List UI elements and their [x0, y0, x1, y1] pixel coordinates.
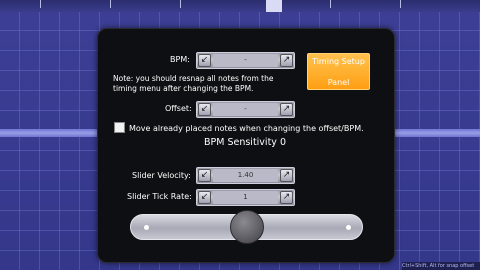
offset-label: Offset:: [165, 104, 192, 113]
bpm-sensitivity-title: BPM Sensitivity 0: [204, 137, 286, 148]
timeline-tick: [400, 0, 401, 8]
arrow-down-left-icon[interactable]: ↙: [198, 103, 211, 116]
arrow-up-right-icon[interactable]: ↗: [280, 54, 293, 67]
timing-button-label-line1: Timing Setup: [312, 57, 365, 66]
arrow-up-right-icon[interactable]: ↗: [280, 103, 293, 116]
timing-button-label-line2: Panel: [327, 78, 350, 87]
slider-tick-rate-value[interactable]: 1: [213, 191, 278, 204]
offset-spinner[interactable]: ↙ - ↗: [196, 101, 295, 118]
slider-tick-rate-spinner[interactable]: ↙ 1 ↗: [196, 189, 295, 206]
move-notes-label[interactable]: Move already placed notes when changing …: [129, 124, 364, 133]
slider-velocity-value[interactable]: 1.40: [213, 169, 278, 182]
arrow-down-left-icon[interactable]: ↙: [198, 54, 211, 67]
timeline-handle[interactable]: [266, 0, 282, 12]
slider-knob[interactable]: [229, 210, 264, 244]
timing-setup-panel-button[interactable]: Timing Setup Panel: [307, 53, 370, 90]
slider-velocity-label: Slider Velocity:: [132, 171, 191, 180]
arrow-down-left-icon[interactable]: ↙: [198, 169, 211, 182]
offset-value[interactable]: -: [213, 103, 278, 116]
arrow-down-left-icon[interactable]: ↙: [198, 191, 211, 204]
bpm-spinner[interactable]: ↙ - ↗: [196, 52, 295, 69]
bpm-label: BPM:: [170, 55, 190, 64]
resnap-note-line1: Note: you should resnap all notes from t…: [113, 74, 274, 83]
bpm-value[interactable]: -: [213, 54, 278, 67]
move-notes-checkbox[interactable]: [114, 122, 125, 133]
resnap-note: Note: you should resnap all notes from t…: [113, 74, 273, 94]
slider-velocity-spinner[interactable]: ↙ 1.40 ↗: [196, 167, 295, 184]
timeline-strip[interactable]: [0, 0, 480, 12]
timeline-tick: [110, 0, 111, 8]
corner-status-text: Ctrl+Shift, Alt for snap offset: [402, 262, 480, 270]
timeline-tick: [40, 0, 41, 8]
slider-stop: [144, 225, 149, 230]
resnap-note-line2: timing menu after changing the BPM.: [113, 84, 254, 93]
arrow-up-right-icon[interactable]: ↗: [280, 169, 293, 182]
timeline-tick: [180, 0, 181, 8]
timeline-tick: [330, 0, 331, 8]
slider-tick-rate-label: Slider Tick Rate:: [127, 192, 192, 201]
slider-stop: [346, 225, 351, 230]
arrow-up-right-icon[interactable]: ↗: [280, 191, 293, 204]
